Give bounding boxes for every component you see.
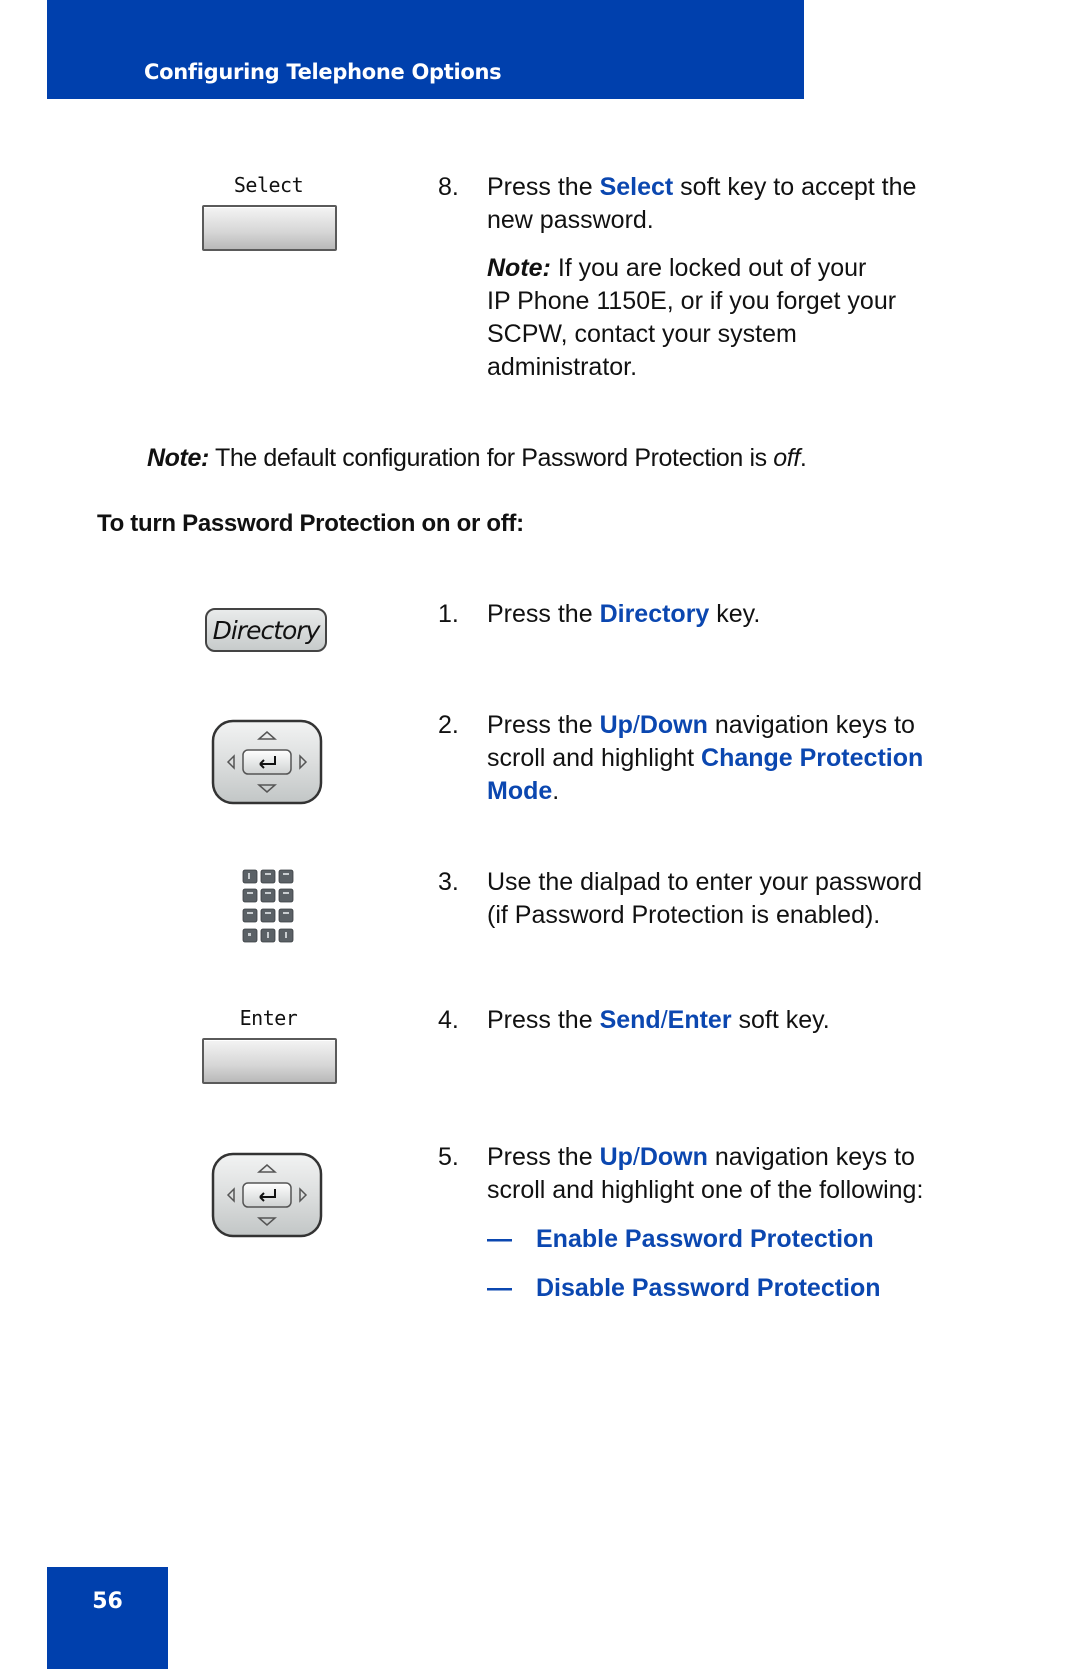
- step-1-text: Press the Directory key.: [487, 598, 760, 631]
- text: Press the: [487, 1006, 600, 1034]
- page-number: 56: [92, 1589, 123, 1614]
- default-value: off: [773, 444, 800, 472]
- step-number: 2.: [438, 711, 459, 739]
- step-8-note-line2: IP Phone 1150E, or if you forget your: [487, 287, 897, 315]
- dash: —: [487, 1225, 512, 1253]
- down-key-ref: Down: [639, 711, 708, 739]
- text: Press the: [487, 600, 600, 628]
- dash: —: [487, 1274, 512, 1302]
- text: Press the: [487, 1143, 600, 1171]
- step-number: 1.: [438, 600, 459, 628]
- text: scroll and highlight: [487, 744, 702, 772]
- note-label: Note:: [487, 254, 551, 282]
- page-number-box: 56: [47, 1567, 168, 1669]
- step-number: 5.: [438, 1143, 459, 1171]
- text: key.: [709, 600, 761, 628]
- step-8-line1: Press the Select soft key to accept the: [487, 171, 916, 204]
- directory-key-label: Directory: [212, 615, 321, 645]
- text: Press the: [487, 711, 600, 739]
- step-4-text: Press the Send/Enter soft key.: [487, 1004, 830, 1037]
- step-5-line2: scroll and highlight one of the followin…: [487, 1176, 924, 1204]
- directory-key-ref: Directory: [599, 600, 710, 628]
- up-key-ref: Up: [599, 711, 633, 739]
- step-8-note-line3: SCPW, contact your system: [487, 320, 797, 348]
- dialpad-icon: [242, 869, 294, 943]
- text: soft key.: [731, 1006, 830, 1034]
- step-number: 3.: [438, 868, 459, 896]
- option-enable-password-protection: — Enable Password Protection: [487, 1223, 874, 1256]
- menu-item-ref: Change Protection: [701, 744, 924, 772]
- text: .: [799, 444, 807, 472]
- directory-key-icon: Directory: [205, 608, 327, 652]
- down-key-ref: Down: [639, 1143, 708, 1171]
- enter-softkey-icon: [202, 1038, 337, 1084]
- navigation-cluster-icon: [211, 719, 323, 805]
- navigation-cluster-icon: [211, 1152, 323, 1238]
- select-key-ref: Select: [599, 173, 674, 201]
- step-number: 4.: [438, 1006, 459, 1034]
- text: navigation keys to: [707, 711, 915, 739]
- option-label: Disable Password Protection: [536, 1274, 881, 1302]
- step-8-line2: new password.: [487, 206, 654, 234]
- option-label: Enable Password Protection: [536, 1225, 874, 1253]
- softkey-label-select: Select: [233, 173, 304, 197]
- step-3-line1: Use the dialpad to enter your password: [487, 868, 922, 896]
- step-3-line2: (if Password Protection is enabled).: [487, 901, 881, 929]
- text: navigation keys to: [707, 1143, 915, 1171]
- step-8-note-line1: Note: If you are locked out of your: [487, 252, 866, 285]
- step-2-line3: Mode.: [487, 775, 559, 808]
- text: The default configuration for Password P…: [208, 444, 774, 472]
- text: /: [660, 1006, 668, 1034]
- step-number: 8.: [438, 173, 459, 201]
- step-5-line1: Press the Up/Down navigation keys to: [487, 1141, 915, 1174]
- step-2-line1: Press the Up/Down navigation keys to: [487, 709, 915, 742]
- enter-key-ref: Enter: [667, 1006, 732, 1034]
- send-key-ref: Send: [599, 1006, 661, 1034]
- text: If you are locked out of your: [550, 254, 867, 282]
- step-8-note-line4: administrator.: [487, 353, 638, 381]
- softkey-label-enter: Enter: [239, 1006, 298, 1030]
- text: /: [632, 711, 640, 739]
- select-softkey-icon: [202, 205, 337, 251]
- procedure-heading: To turn Password Protection on or off:: [97, 510, 524, 537]
- menu-item-ref: Mode: [487, 777, 553, 805]
- text: /: [632, 1143, 640, 1171]
- step-2-line2: scroll and highlight Change Protection: [487, 742, 923, 775]
- up-key-ref: Up: [599, 1143, 633, 1171]
- header-band: Configuring Telephone Options: [47, 0, 804, 99]
- default-config-note: Note: The default configuration for Pass…: [147, 442, 807, 475]
- text: .: [552, 777, 560, 805]
- text: soft key to accept the: [673, 173, 917, 201]
- option-disable-password-protection: — Disable Password Protection: [487, 1272, 881, 1305]
- text: Press the: [487, 173, 600, 201]
- note-label: Note:: [147, 444, 209, 472]
- section-title: Configuring Telephone Options: [144, 60, 502, 84]
